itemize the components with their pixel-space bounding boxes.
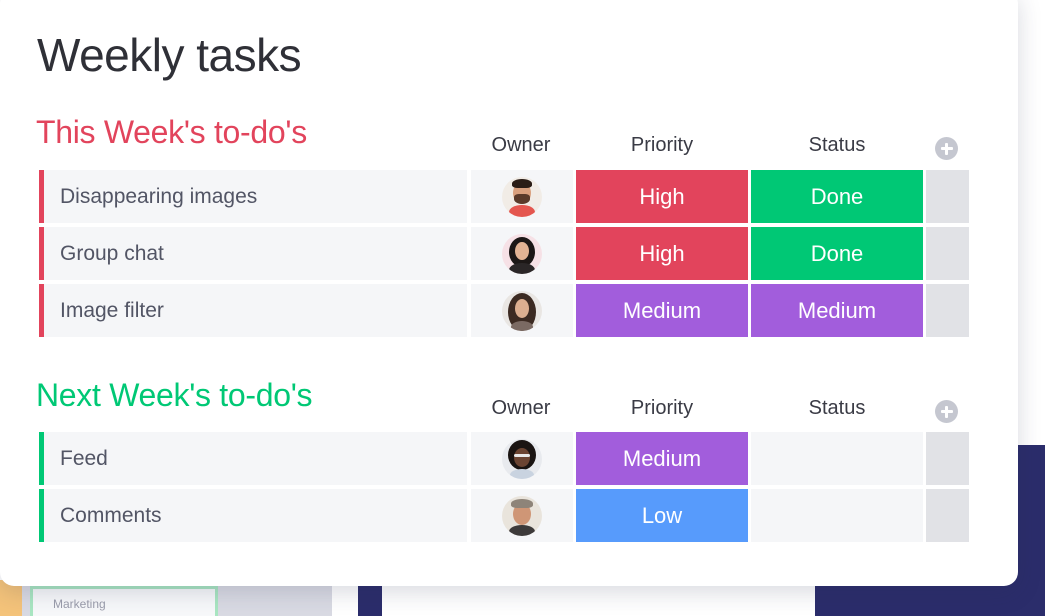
background-dark-strip <box>358 585 382 616</box>
owner-cell[interactable] <box>471 284 573 337</box>
task-name-cell[interactable]: Feed <box>39 432 467 485</box>
row-end-cell <box>926 489 969 542</box>
table-row[interactable]: Disappearing images High Done <box>39 170 969 223</box>
task-name: Group chat <box>60 241 164 265</box>
avatar-woman-glasses-icon <box>502 438 542 479</box>
column-header-status[interactable]: Status <box>751 397 923 420</box>
task-name: Feed <box>60 446 108 470</box>
column-header-priority[interactable]: Priority <box>576 397 748 420</box>
column-header-owner[interactable]: Owner <box>470 134 572 157</box>
group-title[interactable]: Next Week's to-do's <box>36 377 313 414</box>
task-name: Disappearing images <box>60 184 258 208</box>
table-row[interactable]: Group chat High Done <box>39 227 969 280</box>
row-end-cell <box>926 227 969 280</box>
task-name-cell[interactable]: Group chat <box>39 227 467 280</box>
owner-cell[interactable] <box>471 432 573 485</box>
priority-label: Low <box>641 502 683 528</box>
add-column-icon[interactable] <box>935 400 958 423</box>
priority-label: High <box>639 183 685 209</box>
priority-label: Medium <box>622 445 702 471</box>
task-name: Comments <box>60 503 162 527</box>
table-row[interactable]: Comments Low <box>39 489 969 542</box>
background-mini-card: Marketing <box>30 586 218 616</box>
priority-label: High <box>639 240 685 266</box>
task-name: Image filter <box>60 298 164 322</box>
row-end-cell <box>926 170 969 223</box>
background-mini-card-label: Marketing <box>53 597 106 611</box>
status-label: Done <box>810 240 864 266</box>
group-title[interactable]: This Week's to-do's <box>36 114 307 151</box>
row-end-cell <box>926 284 969 337</box>
priority-cell[interactable]: Medium <box>576 432 748 485</box>
avatar-woman-dark-hair-icon <box>502 233 542 274</box>
status-label: Done <box>810 183 864 209</box>
priority-cell[interactable]: Medium <box>576 284 748 337</box>
status-label: Medium <box>797 297 877 323</box>
board-card: Weekly tasks This Week's to-do's Owner P… <box>0 0 1018 586</box>
owner-cell[interactable] <box>471 227 573 280</box>
priority-cell[interactable]: High <box>576 170 748 223</box>
row-end-cell <box>926 432 969 485</box>
owner-cell[interactable] <box>471 489 573 542</box>
column-header-status[interactable]: Status <box>751 134 923 157</box>
priority-cell[interactable]: Low <box>576 489 748 542</box>
task-name-cell[interactable]: Comments <box>39 489 467 542</box>
priority-cell[interactable]: High <box>576 227 748 280</box>
status-cell[interactable]: Done <box>751 227 923 280</box>
table-row[interactable]: Feed Medium <box>39 432 969 485</box>
table-row[interactable]: Image filter Medium Medium <box>39 284 969 337</box>
priority-label: Medium <box>622 297 702 323</box>
column-header-priority[interactable]: Priority <box>576 134 748 157</box>
status-cell[interactable] <box>751 432 923 485</box>
status-cell[interactable]: Medium <box>751 284 923 337</box>
status-cell[interactable]: Done <box>751 170 923 223</box>
page-title: Weekly tasks <box>37 29 302 81</box>
avatar-woman-long-hair-icon <box>502 290 542 331</box>
avatar-man-grey-hair-icon <box>502 495 542 536</box>
owner-cell[interactable] <box>471 170 573 223</box>
column-header-owner[interactable]: Owner <box>470 397 572 420</box>
task-name-cell[interactable]: Disappearing images <box>39 170 467 223</box>
avatar-man-beard-icon <box>502 176 542 217</box>
status-cell[interactable] <box>751 489 923 542</box>
task-name-cell[interactable]: Image filter <box>39 284 467 337</box>
add-column-icon[interactable] <box>935 137 958 160</box>
